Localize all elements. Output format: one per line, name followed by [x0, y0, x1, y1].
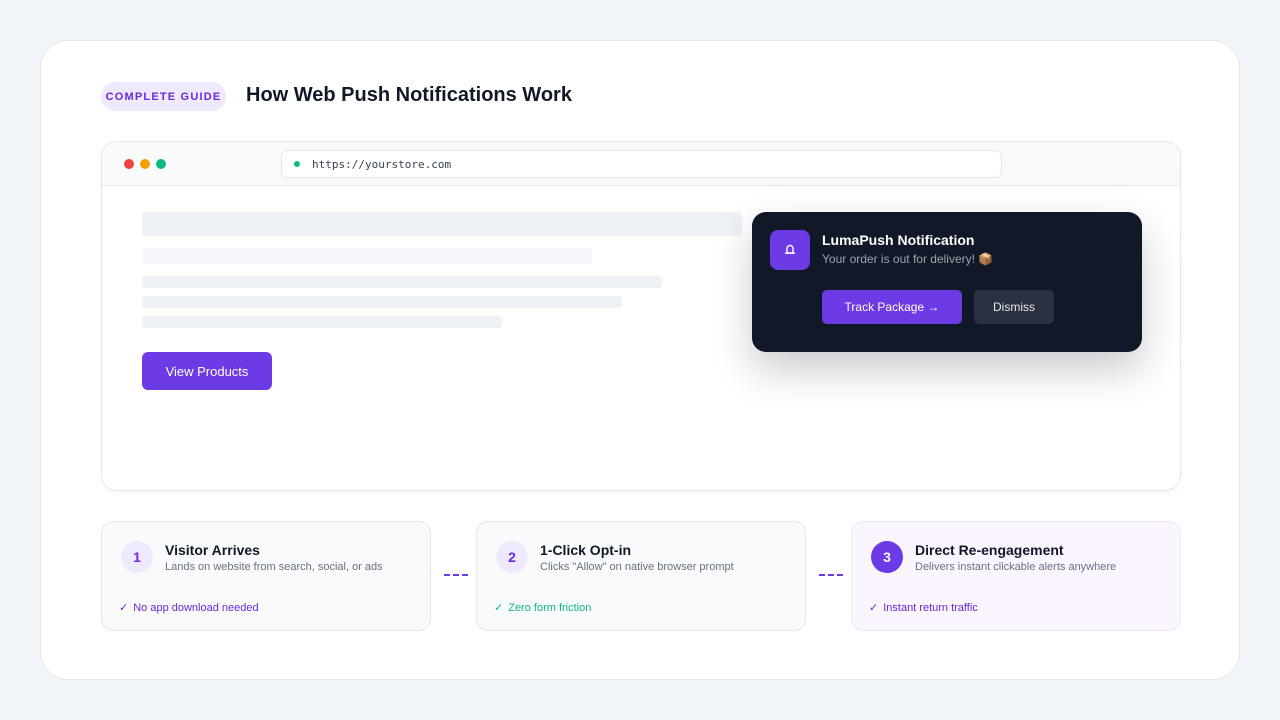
secure-indicator-icon: [294, 161, 300, 167]
step-description: Delivers instant clickable alerts anywhe…: [915, 561, 1117, 573]
skeleton-subheading: [142, 248, 592, 264]
step-card-visitor-arrives: 1 Visitor Arrives Lands on website from …: [101, 521, 431, 631]
guide-badge: COMPLETE GUIDE: [101, 82, 226, 111]
step-benefit-label: Zero form friction: [508, 602, 592, 614]
bell-icon: [770, 230, 810, 270]
step-title: Direct Re-engagement: [915, 542, 1064, 558]
push-notification[interactable]: LumaPush Notification Your order is out …: [752, 212, 1142, 352]
browser-mockup: https://yourstore.com View Products Luma…: [101, 141, 1181, 491]
track-package-button[interactable]: Track Package →: [822, 290, 962, 324]
skeleton-line: [142, 316, 502, 328]
check-icon: ✓: [869, 602, 879, 614]
address-bar[interactable]: https://yourstore.com: [281, 150, 1002, 178]
step-description: Lands on website from search, social, or…: [165, 561, 383, 573]
step-benefit-label: No app download needed: [133, 602, 259, 614]
skeleton-heading: [142, 212, 742, 236]
view-products-button[interactable]: View Products: [142, 352, 272, 390]
step-number: 3: [871, 541, 903, 573]
step-title: Visitor Arrives: [165, 542, 260, 558]
window-maximize-dot: [156, 159, 166, 169]
skeleton-line: [142, 276, 662, 288]
url-text: https://yourstore.com: [312, 157, 452, 171]
check-icon: ✓: [119, 602, 129, 614]
page-title: How Web Push Notifications Work: [246, 84, 572, 106]
window-minimize-dot: [140, 159, 150, 169]
dismiss-button[interactable]: Dismiss: [974, 290, 1054, 324]
step-number: 1: [121, 541, 153, 573]
step-benefit: ✓ No app download needed: [119, 601, 259, 614]
step-description: Clicks "Allow" on native browser prompt: [540, 561, 734, 573]
step-benefit: ✓ Zero form friction: [494, 601, 591, 614]
step-connector: [444, 574, 468, 576]
skeleton-line: [142, 296, 622, 308]
step-benefit-label: Instant return traffic: [883, 602, 978, 614]
step-benefit: ✓ Instant return traffic: [869, 601, 978, 614]
window-close-dot: [124, 159, 134, 169]
browser-toolbar: https://yourstore.com: [102, 142, 1180, 186]
notification-message: Your order is out for delivery! 📦: [822, 252, 994, 266]
guide-card: COMPLETE GUIDE How Web Push Notification…: [40, 40, 1240, 680]
notification-title: LumaPush Notification: [822, 232, 975, 248]
step-title: 1-Click Opt-in: [540, 542, 632, 558]
step-card-re-engagement: 3 Direct Re-engagement Delivers instant …: [851, 521, 1181, 631]
step-card-opt-in: 2 1-Click Opt-in Clicks "Allow" on nativ…: [476, 521, 806, 631]
step-number: 2: [496, 541, 528, 573]
check-icon: ✓: [494, 602, 504, 614]
step-connector: [819, 574, 843, 576]
